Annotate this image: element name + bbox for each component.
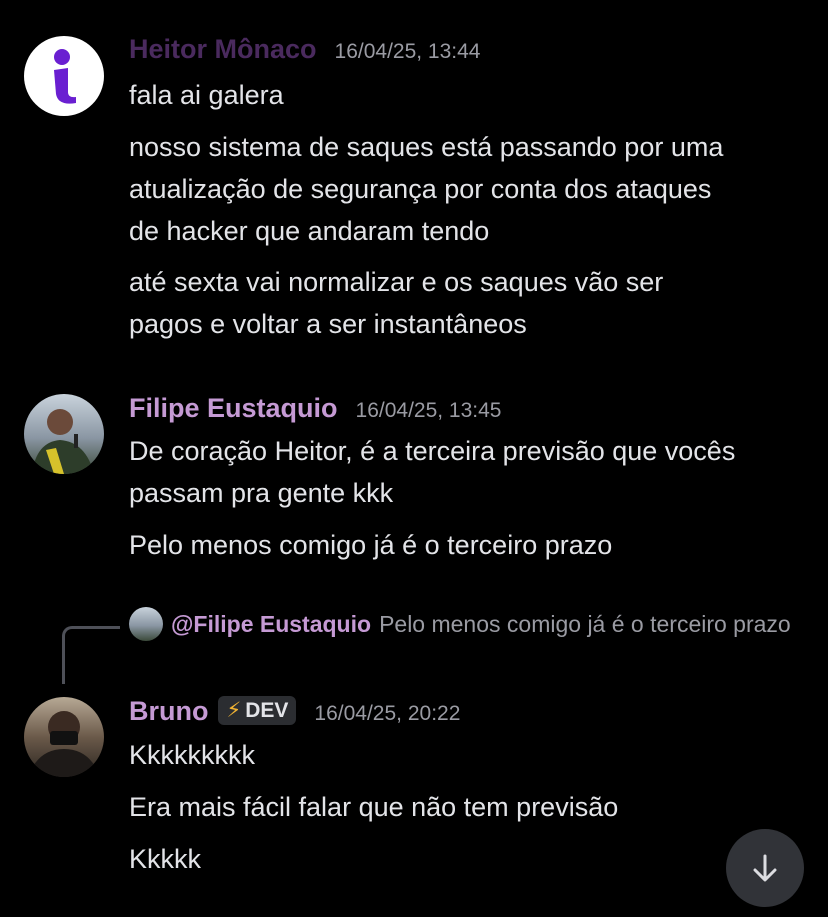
author-name[interactable]: Bruno	[129, 696, 208, 727]
message-text: Pelo menos comigo já é o terceiro prazo	[129, 530, 613, 560]
i-logo-icon	[54, 49, 76, 104]
avatar[interactable]	[24, 394, 104, 474]
lightning-icon: ⚡	[226, 699, 242, 722]
arrow-down-icon	[753, 854, 777, 882]
message-text: pagos e voltar a ser instantâneos	[129, 309, 527, 339]
avatar[interactable]	[24, 36, 104, 116]
author-name[interactable]: Heitor Mônaco	[129, 34, 317, 65]
dev-badge[interactable]: ⚡ DEV	[218, 696, 297, 725]
timestamp: 16/04/25, 20:22	[314, 702, 461, 725]
message-text: Kkkkk	[129, 844, 202, 874]
reply-text: Pelo menos comigo já é o terceiro prazo	[379, 611, 791, 637]
reply-spine	[62, 626, 120, 684]
user-photo-icon	[32, 409, 94, 474]
message-text: até sexta vai normalizar e os saques vão…	[129, 267, 664, 297]
badge-label: DEV	[245, 698, 289, 722]
reply-mention[interactable]: @Filipe Eustaquio	[171, 611, 371, 637]
reply-preview[interactable]: @Filipe Eustaquio Pelo menos comigo já é …	[129, 606, 819, 643]
message-text: fala ai galera	[129, 80, 284, 110]
message-text: de hacker que andaram tendo	[129, 216, 490, 246]
message-text: Kkkkkkkkk	[129, 740, 256, 770]
message-text: atualização de segurança por conta dos a…	[129, 174, 712, 204]
reply-avatar	[129, 606, 163, 641]
message-text: nosso sistema de saques está passando po…	[129, 132, 724, 162]
message-text: De coração Heitor, é a terceira previsão…	[129, 436, 736, 466]
timestamp: 16/04/25, 13:45	[355, 399, 502, 422]
scroll-to-bottom-button[interactable]	[726, 829, 804, 907]
author-name[interactable]: Filipe Eustaquio	[129, 393, 338, 424]
user-photo-icon	[28, 711, 100, 777]
timestamp: 16/04/25, 13:44	[334, 40, 481, 63]
avatar[interactable]	[24, 697, 104, 777]
message-text: passam pra gente kkk	[129, 478, 394, 508]
message-text: Era mais fácil falar que não tem previsã…	[129, 792, 619, 822]
